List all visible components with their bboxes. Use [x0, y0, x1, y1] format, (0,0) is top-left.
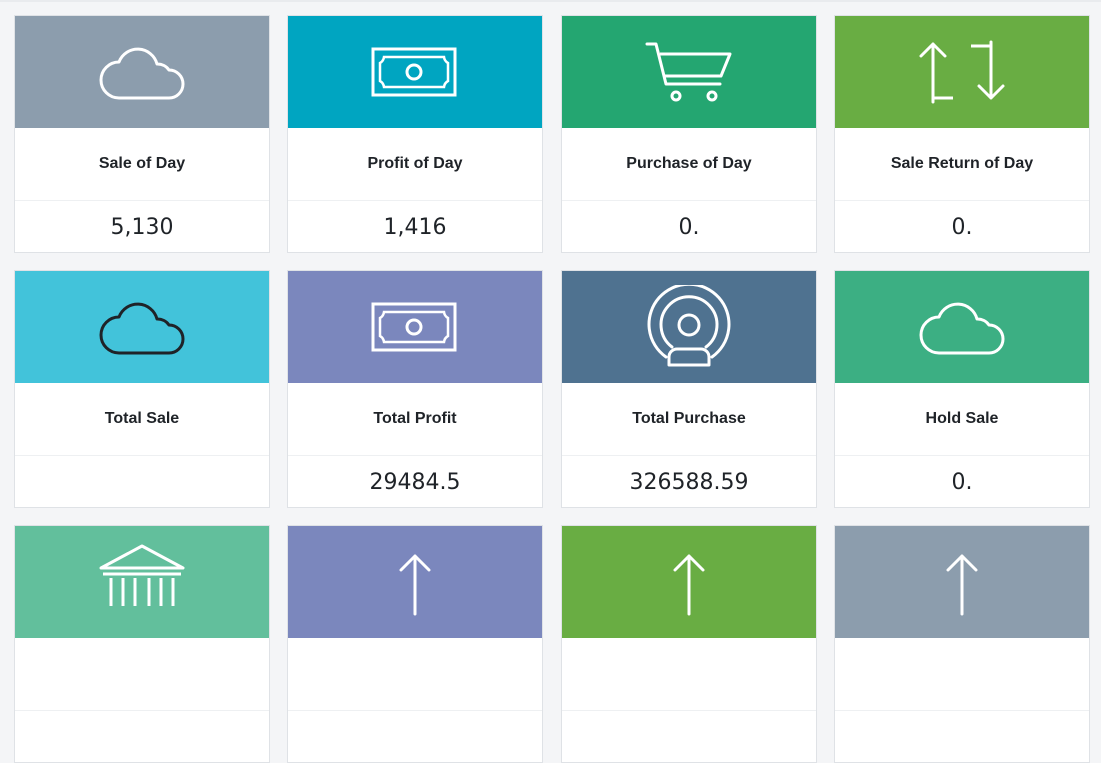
card-header [288, 16, 542, 128]
stat-card-total-profit[interactable]: Total Profit 29484.5 [287, 270, 543, 508]
stat-card-bank[interactable] [14, 525, 270, 763]
card-value [288, 711, 542, 762]
card-value: 0. [678, 214, 700, 240]
card-value: 1,416 [383, 214, 447, 240]
card-value [15, 456, 269, 507]
card-label: Profit of Day [288, 128, 542, 201]
card-label: Total Purchase [562, 383, 816, 456]
stat-card-profit-of-day[interactable]: Profit of Day 1,416 [287, 15, 543, 253]
money-icon [370, 45, 460, 99]
card-label [835, 638, 1089, 711]
stat-card-sale-return-of-day[interactable]: Sale Return of Day 0. [834, 15, 1090, 253]
card-header [288, 526, 542, 638]
card-label: Hold Sale [835, 383, 1089, 456]
card-header [562, 16, 816, 128]
card-header [288, 271, 542, 383]
card-value [562, 711, 816, 762]
card-value: 5,130 [110, 214, 174, 240]
card-label: Purchase of Day [562, 128, 816, 201]
cloud-icon [917, 295, 1007, 359]
stat-card-total-sale[interactable]: Total Sale [14, 270, 270, 508]
user-broadcast-icon [644, 285, 734, 369]
card-header [835, 16, 1089, 128]
arrow-up-icon [932, 552, 992, 616]
stat-card-hold-sale[interactable]: Hold Sale 0. [834, 270, 1090, 508]
cart-icon [644, 40, 734, 104]
exchange-icon [917, 40, 1007, 104]
card-value [835, 711, 1089, 762]
card-value: 326588.59 [629, 469, 749, 495]
bank-icon [97, 542, 187, 612]
card-label: Sale of Day [15, 128, 269, 201]
card-value [15, 711, 269, 762]
arrow-up-icon [385, 552, 445, 616]
card-value: 0. [951, 214, 973, 240]
cloud-icon [97, 295, 187, 359]
card-label: Total Sale [15, 383, 269, 456]
card-label [288, 638, 542, 711]
card-header [15, 271, 269, 383]
card-header [835, 271, 1089, 383]
stat-card-arrow-1[interactable] [287, 525, 543, 763]
money-icon [370, 300, 460, 354]
card-header [562, 526, 816, 638]
cloud-icon [97, 40, 187, 104]
stat-card-arrow-2[interactable] [561, 525, 817, 763]
top-edge [0, 0, 1101, 2]
card-label: Total Profit [288, 383, 542, 456]
card-label [15, 638, 269, 711]
card-label: Sale Return of Day [835, 128, 1089, 201]
card-header [562, 271, 816, 383]
stat-card-sale-of-day[interactable]: Sale of Day 5,130 [14, 15, 270, 253]
stat-card-total-purchase[interactable]: Total Purchase 326588.59 [561, 270, 817, 508]
card-value: 0. [951, 469, 973, 495]
card-label [562, 638, 816, 711]
card-header [15, 16, 269, 128]
stat-card-arrow-3[interactable] [834, 525, 1090, 763]
card-value: 29484.5 [369, 469, 461, 495]
card-header [835, 526, 1089, 638]
stat-card-purchase-of-day[interactable]: Purchase of Day 0. [561, 15, 817, 253]
arrow-up-icon [659, 552, 719, 616]
card-header [15, 526, 269, 638]
